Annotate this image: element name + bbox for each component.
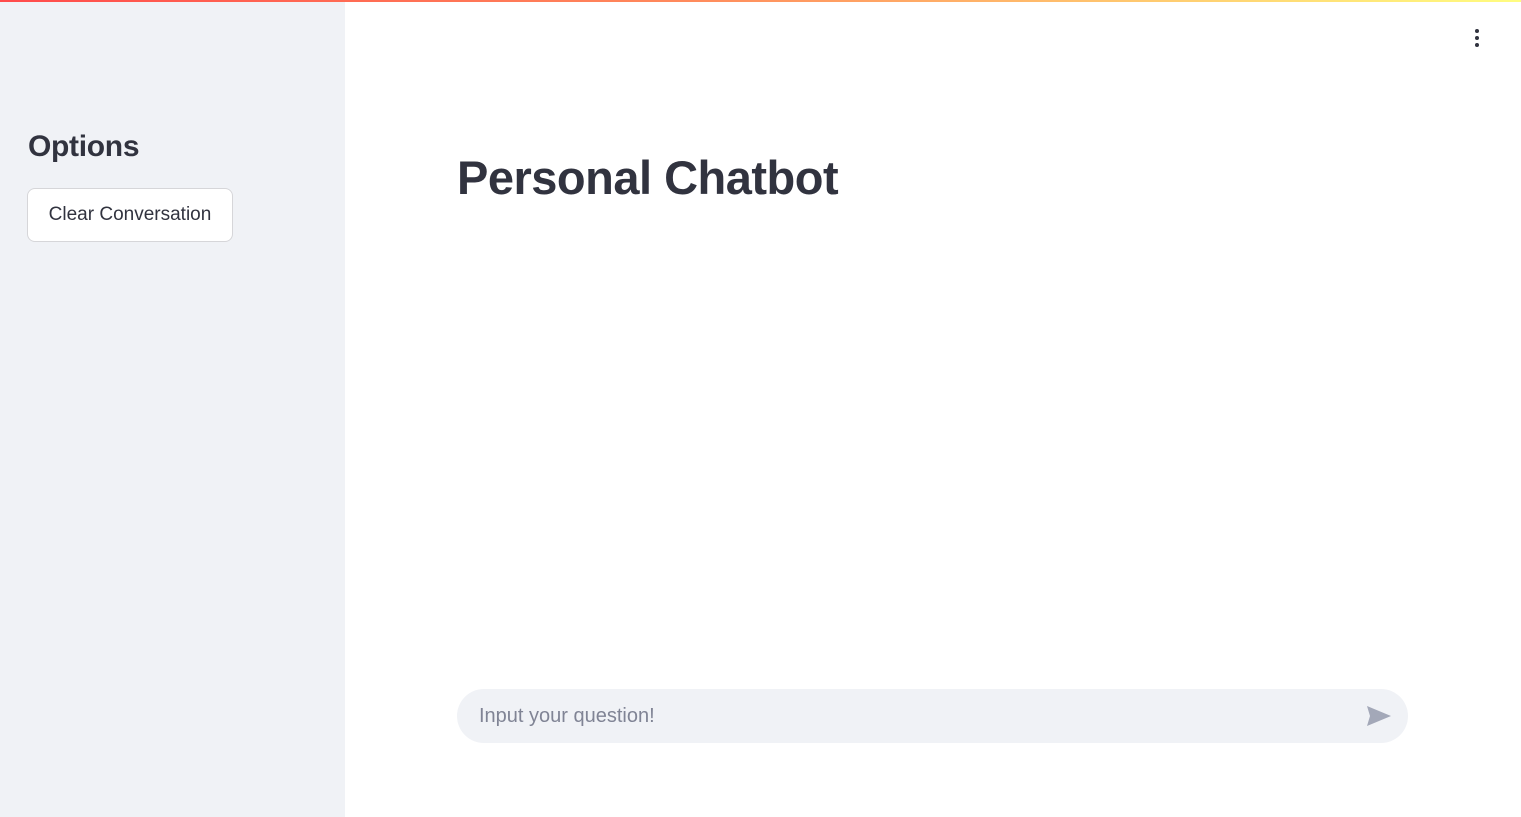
clear-conversation-button[interactable]: Clear Conversation	[27, 188, 233, 242]
send-icon	[1367, 706, 1391, 726]
sidebar: Options Clear Conversation	[0, 0, 345, 817]
send-button[interactable]	[1364, 702, 1394, 730]
chat-input[interactable]	[479, 689, 1339, 743]
chat-input-container	[457, 689, 1408, 743]
top-decoration-bar	[0, 0, 1521, 2]
main-menu-button[interactable]	[1465, 24, 1489, 52]
vertical-ellipsis-icon-dot	[1475, 36, 1479, 40]
page-title: Personal Chatbot	[457, 151, 839, 204]
sidebar-title: Options	[28, 130, 140, 163]
vertical-ellipsis-icon	[1475, 29, 1479, 33]
main-content: Personal Chatbot	[345, 0, 1521, 817]
vertical-ellipsis-icon-dot	[1475, 43, 1479, 47]
app-window: Options Clear Conversation Personal Chat…	[0, 0, 1521, 817]
